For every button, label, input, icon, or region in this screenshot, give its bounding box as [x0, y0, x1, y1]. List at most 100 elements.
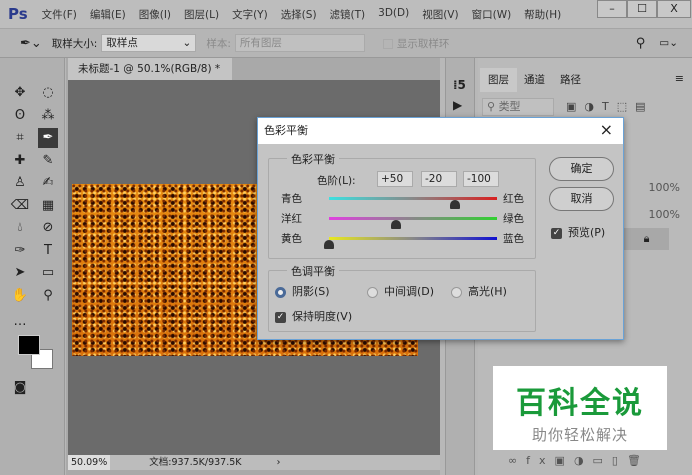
menu-item[interactable]: 图像(I): [139, 7, 171, 22]
status-bar: 50.09% 文档:937.5K/937.5K ›: [68, 455, 440, 470]
menu-item[interactable]: 帮助(H): [524, 7, 561, 22]
status-arrow[interactable]: ›: [277, 457, 281, 468]
foreground-color-swatch-top[interactable]: [18, 335, 40, 355]
menu-item[interactable]: 文字(Y): [232, 7, 268, 22]
tone-radio-2[interactable]: 中间调(D): [367, 283, 434, 299]
tone-label: 高光(H): [468, 285, 507, 298]
close-window-button[interactable]: X: [657, 0, 691, 18]
fill-value[interactable]: 100%: [649, 208, 680, 221]
show-ring-checkbox[interactable]: 显示取样环: [382, 36, 449, 51]
document-tab[interactable]: 未标题-1 @ 50.1%(RGB/8) * ×: [68, 58, 232, 97]
marquee-tool-icon[interactable]: ◌: [38, 83, 58, 103]
watermark-title: 百科全说: [516, 386, 644, 421]
actions-play-icon[interactable]: ▶: [453, 98, 467, 112]
history-brush-tool-icon[interactable]: ✍: [38, 173, 58, 193]
preview-label: 预览(P): [568, 226, 606, 239]
dodge-tool-icon[interactable]: ⊘: [38, 218, 58, 238]
dialog-title: 色彩平衡: [264, 124, 308, 137]
magic-wand-tool-icon[interactable]: ⁂: [38, 106, 58, 126]
color-slider-track[interactable]: [329, 197, 497, 209]
menu-item[interactable]: 选择(S): [281, 7, 317, 22]
menu-item[interactable]: 文件(F): [42, 7, 77, 22]
sample-size-select[interactable]: 取样点 ⌄: [101, 34, 197, 52]
slider-left-label: 黄色: [281, 233, 302, 245]
search-icon[interactable]: ⚲: [636, 36, 646, 51]
quick-mask-icon[interactable]: ◙: [10, 378, 30, 398]
menu-item[interactable]: 编辑(E): [90, 7, 126, 22]
sample-value: 所有图层: [239, 37, 282, 49]
tab-channels[interactable]: 通道: [516, 68, 553, 92]
menu-item[interactable]: 滤镜(T): [330, 7, 366, 22]
slider-right-label: 蓝色: [503, 233, 524, 245]
dialog-close-button[interactable]: ×: [600, 117, 613, 143]
tab-layers[interactable]: 图层: [480, 68, 517, 92]
brush-tool-icon[interactable]: ✎: [38, 151, 58, 171]
options-bar: ✒⌄ 取样大小: 取样点 ⌄ 样本: 所有图层 显示取样环 ⚲ ▭⌄: [0, 28, 692, 58]
path-select-tool-icon[interactable]: ➤: [10, 263, 30, 283]
menu-item[interactable]: 窗口(W): [472, 7, 512, 22]
ps-logo: Ps: [8, 5, 28, 23]
gradient-tool-icon[interactable]: ▦: [38, 196, 58, 216]
lock-icon[interactable]: 🔒︎: [624, 228, 669, 250]
stamp-tool-icon[interactable]: ♙: [10, 173, 30, 193]
sample-label: 样本:: [206, 37, 231, 50]
layer-filter-value: 类型: [498, 100, 521, 113]
pen-tool-icon[interactable]: ✑: [10, 241, 30, 261]
minimize-button[interactable]: –: [597, 0, 627, 18]
tone-label: 阴影(S): [292, 285, 330, 298]
tone-balance-group: 色调平衡 阴影(S) 中间调(D) 高光(H) ✓ 保持明度(V): [268, 263, 536, 332]
panel-menu-icon[interactable]: ≡: [675, 72, 684, 85]
menu-bar: Ps 文件(F) 编辑(E) 图像(I) 图层(L) 文字(Y) 选择(S) 滤镜(T) 3D…: [0, 0, 692, 28]
preserve-luminosity-label: 保持明度(V): [292, 310, 353, 323]
shape-tool-icon[interactable]: ▭: [38, 263, 58, 283]
filter-icons[interactable]: ▣◑T⬚▤: [566, 100, 654, 113]
tab-paths[interactable]: 路径: [552, 68, 589, 92]
color-balance-group-label: 色彩平衡: [287, 151, 339, 167]
eraser-tool-icon[interactable]: ⌫: [10, 196, 30, 216]
healing-tool-icon[interactable]: ✚: [10, 151, 30, 171]
doc-info: 文档:937.5K/937.5K: [149, 457, 242, 468]
layer-filter-select[interactable]: ⚲ 类型: [482, 98, 554, 116]
maximize-button[interactable]: ☐: [627, 0, 657, 18]
workspace-icon[interactable]: ▭⌄: [659, 37, 678, 49]
menu-item[interactable]: 图层(L): [184, 7, 219, 22]
color-slider-track[interactable]: [324, 237, 497, 249]
document-tab-title: 未标题-1 @ 50.1%(RGB/8) *: [78, 63, 221, 75]
preserve-luminosity-checkbox[interactable]: ✓ 保持明度(V): [275, 308, 352, 324]
slider-thumb[interactable]: [391, 220, 402, 229]
sample-select[interactable]: 所有图层: [234, 34, 365, 52]
level-input-2[interactable]: -20: [421, 171, 457, 187]
history-icon[interactable]: ⁞5: [453, 78, 467, 92]
cancel-button[interactable]: 取消: [549, 187, 614, 211]
crop-tool-icon[interactable]: ⌗: [10, 128, 30, 148]
zoom-tool-icon[interactable]: ⚲: [38, 286, 58, 306]
tone-radio-1[interactable]: 阴影(S): [275, 283, 330, 299]
opacity-value[interactable]: 100%: [649, 181, 680, 194]
radio-icon: [367, 286, 378, 298]
tone-label: 中间调(D): [384, 285, 435, 298]
watermark-subtitle: 助你轻松解决: [531, 426, 628, 444]
slider-thumb[interactable]: [450, 200, 460, 209]
menu-item[interactable]: 3D(D): [378, 7, 409, 22]
hand-tool-icon[interactable]: ✋: [10, 286, 30, 306]
color-balance-group: 色彩平衡 色阶(L): +50 -20 -100 青色 红色 洋红 绿色 黄色 蓝色: [268, 151, 536, 259]
layer-actions[interactable]: ∞fx▣◑▭▯🗑︎: [508, 454, 650, 467]
preview-checkbox[interactable]: ✓ 预览(P): [551, 224, 605, 240]
ok-button[interactable]: 确定: [549, 157, 614, 181]
slider-thumb[interactable]: [324, 240, 334, 249]
more-tool-icon[interactable]: …: [10, 312, 30, 332]
eyedropper-tool-icon[interactable]: ✒: [38, 128, 58, 148]
zoom-level[interactable]: 50.09%: [68, 455, 111, 470]
level-input-3[interactable]: -100: [463, 171, 499, 187]
move-tool-icon[interactable]: ✥: [10, 83, 30, 103]
radio-icon: [451, 286, 462, 298]
level-input-1[interactable]: +50: [377, 171, 413, 187]
eyedropper-tool-icon[interactable]: ✒⌄: [20, 36, 42, 51]
tone-radio-3[interactable]: 高光(H): [451, 283, 507, 299]
blur-tool-icon[interactable]: 💧︎: [10, 218, 30, 238]
color-slider-track[interactable]: [329, 217, 497, 229]
watermark: 百科全说 助你轻松解决: [493, 366, 667, 450]
lasso-tool-icon[interactable]: ʘ: [10, 106, 30, 126]
type-tool-icon[interactable]: T: [38, 241, 58, 261]
menu-item[interactable]: 视图(V): [422, 7, 458, 22]
